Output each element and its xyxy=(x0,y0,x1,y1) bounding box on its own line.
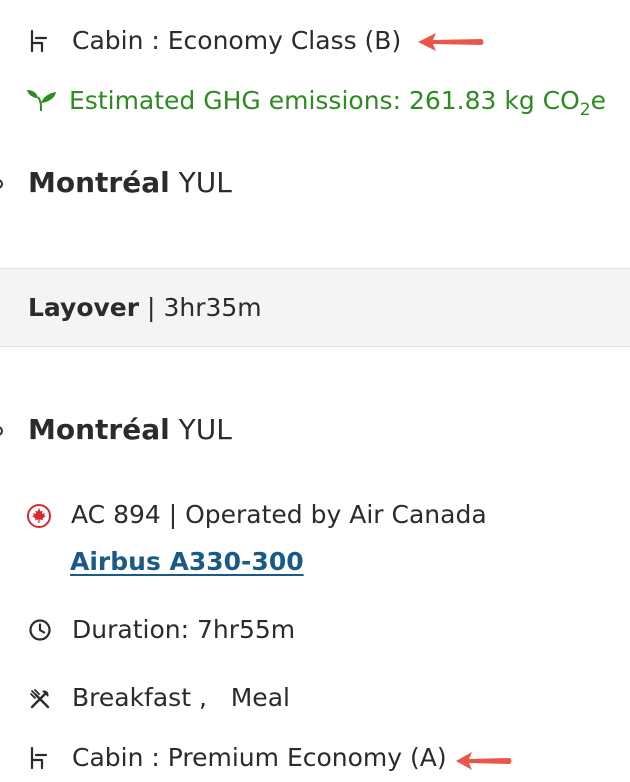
cabin-row-segment2: Cabin : Premium Economy (A) xyxy=(0,743,630,775)
duration-text: Duration: 7hr55m xyxy=(72,615,296,644)
aircraft-row: Airbus A330-300 xyxy=(0,547,630,579)
layover-separator: | xyxy=(147,293,156,322)
emissions-row: Estimated GHG emissions: 261.83 kg CO2e xyxy=(0,86,630,119)
emissions-subscript: 2 xyxy=(579,100,591,120)
emissions-suffix: e xyxy=(590,86,607,115)
cabin-row-segment1: Cabin : Economy Class (B) xyxy=(0,26,630,58)
flight-info-row: AC 894 | Operated by Air Canada xyxy=(0,500,630,532)
duration-row: Duration: 7hr55m xyxy=(0,615,630,647)
air-canada-logo-icon xyxy=(27,504,51,528)
annotation-arrow-icon xyxy=(456,752,512,770)
emissions-text: Estimated GHG emissions: 261.83 kg CO2e xyxy=(69,86,607,119)
departure-row: Montréal YUL xyxy=(0,413,630,449)
aircraft-link[interactable]: Airbus A330-300 xyxy=(70,547,304,577)
arrival-row: Montréal YUL xyxy=(0,166,630,202)
meals-text: Breakfast , Meal xyxy=(72,683,290,712)
departure-airport-code: YUL xyxy=(178,413,232,446)
timeline-dot xyxy=(0,179,3,189)
emissions-prefix: Estimated GHG emissions: 261.83 kg CO xyxy=(69,86,580,115)
layover-band: Layover | 3hr35m xyxy=(0,268,630,347)
arrival-city: Montréal YUL xyxy=(28,166,232,200)
seat-icon xyxy=(30,29,48,53)
arrival-city-name: Montréal xyxy=(28,166,170,199)
flight-info-text: AC 894 | Operated by Air Canada xyxy=(71,500,487,529)
layover-label: Layover xyxy=(28,293,140,322)
annotation-arrow-icon xyxy=(418,33,484,51)
timeline-dot xyxy=(0,426,3,436)
meals-row: Breakfast , Meal xyxy=(0,683,630,715)
arrival-airport-code: YUL xyxy=(178,166,232,199)
fork-knife-icon xyxy=(30,689,50,709)
departure-city-name: Montréal xyxy=(28,413,170,446)
cabin-label-segment2: Cabin : Premium Economy (A) xyxy=(72,743,447,772)
leaf-icon xyxy=(27,90,56,112)
seat-icon xyxy=(30,746,48,770)
departure-city: Montréal YUL xyxy=(28,413,232,447)
layover-text: Layover | 3hr35m xyxy=(28,293,262,323)
layover-duration: 3hr35m xyxy=(163,293,262,322)
clock-icon xyxy=(29,619,51,641)
cabin-label: Cabin : Economy Class (B) xyxy=(72,26,402,55)
